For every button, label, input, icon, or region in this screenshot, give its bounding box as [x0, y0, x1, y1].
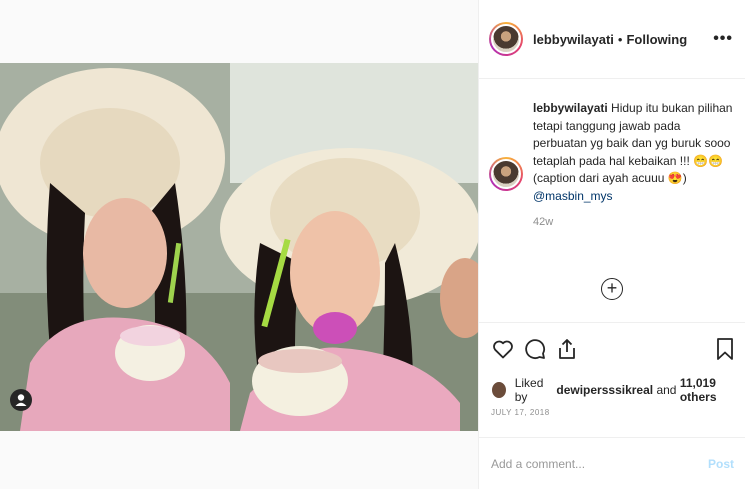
liker-avatar[interactable] — [491, 381, 507, 399]
plus-circle-icon[interactable]: + — [601, 278, 623, 300]
caption: lebbywilayati Hidup itu bukan pilihan te… — [479, 100, 745, 232]
post-header: lebbywilayati • Following ••• — [479, 0, 745, 79]
likes-line: Liked by dewipersssikreal and 11,019 oth… — [491, 376, 745, 404]
user-tag-button[interactable] — [10, 389, 32, 411]
following-button[interactable]: Following — [626, 32, 687, 47]
header-username[interactable]: lebbywilayati — [533, 32, 614, 47]
comment-icon[interactable] — [523, 337, 547, 361]
likes-prefix: Liked by — [514, 376, 544, 404]
comment-input[interactable] — [491, 456, 708, 471]
liker-username[interactable]: dewipersssikreal — [556, 383, 653, 397]
post-date[interactable]: JULY 17, 2018 — [491, 408, 550, 417]
avatar[interactable] — [489, 22, 523, 56]
likes-count[interactable]: 11,019 others — [680, 376, 745, 404]
bookmark-icon[interactable] — [715, 337, 735, 361]
post-image — [0, 63, 478, 431]
header-separator: • — [617, 31, 623, 47]
post-button[interactable]: Post — [708, 457, 734, 471]
post-sidebar: lebbywilayati • Following ••• lebbywilay… — [478, 0, 745, 489]
user-icon — [15, 394, 27, 406]
likes-conjunction: and — [656, 383, 677, 397]
post-photo[interactable] — [0, 63, 478, 431]
caption-mention[interactable]: @masbin_mys — [533, 188, 734, 206]
heart-icon[interactable] — [491, 337, 515, 361]
more-icon[interactable]: ••• — [713, 30, 733, 48]
caption-username[interactable]: lebbywilayati — [533, 101, 608, 115]
share-icon[interactable] — [555, 337, 579, 361]
action-bar — [479, 322, 745, 367]
caption-avatar[interactable] — [489, 157, 523, 191]
caption-text-block: lebbywilayati Hidup itu bukan pilihan te… — [533, 100, 734, 232]
comment-form: Post — [479, 437, 745, 489]
caption-time[interactable]: 42w — [533, 214, 734, 232]
